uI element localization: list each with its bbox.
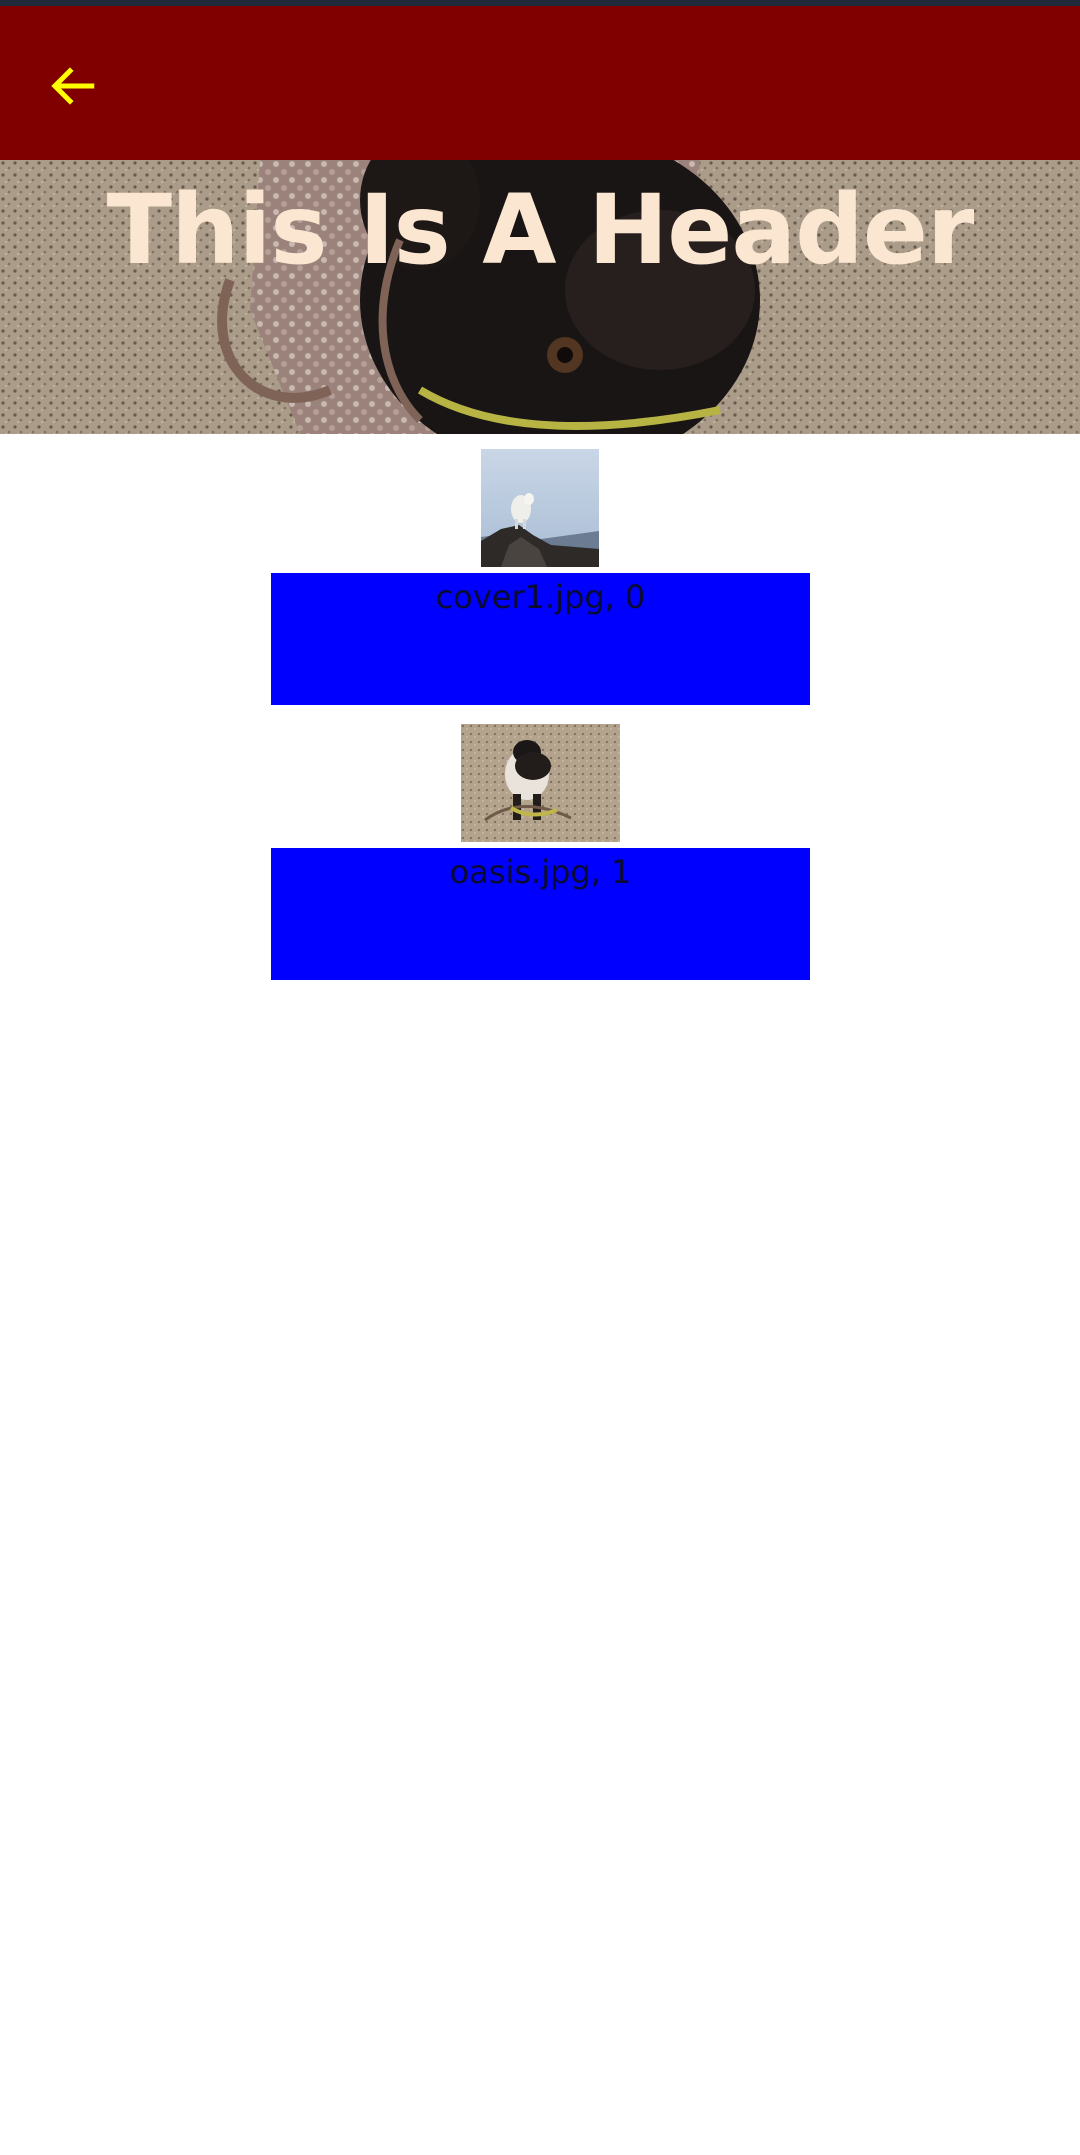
arrow-left-icon [51,67,95,105]
app-bar [0,6,1080,160]
item-thumbnail[interactable] [481,449,599,567]
mountain-goat-photo [481,449,599,567]
caption-text: cover1.jpg, 0 [435,578,646,616]
caption-text: oasis.jpg, 1 [449,853,632,891]
back-button[interactable] [36,48,112,124]
list-item-caption[interactable]: oasis.jpg, 1 [271,848,810,980]
page-title: This Is A Header [106,174,975,286]
item-thumbnail[interactable] [461,724,620,842]
list-item-caption[interactable]: cover1.jpg, 0 [271,573,810,705]
pug-standing-photo [461,724,620,842]
header-banner: This Is A Header [0,160,1080,434]
